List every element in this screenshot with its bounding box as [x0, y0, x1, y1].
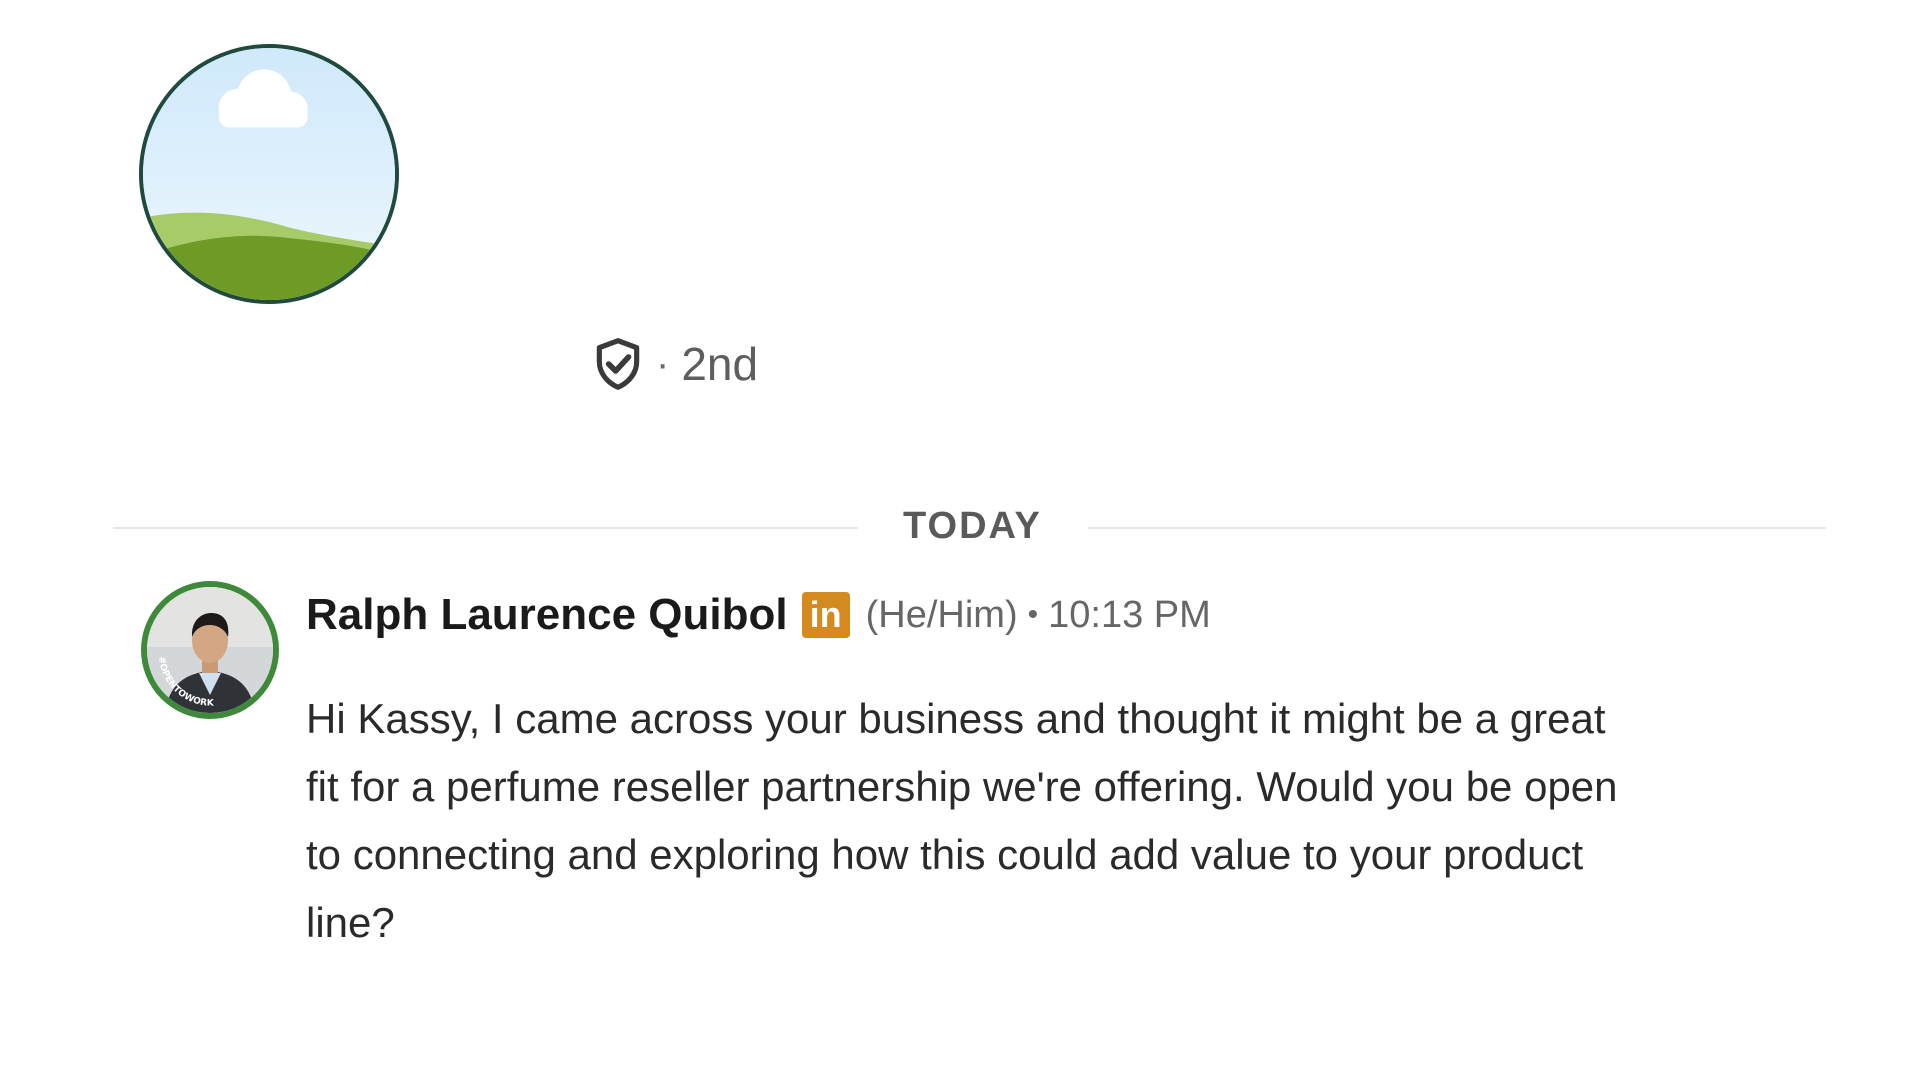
- linkedin-premium-badge-icon: in: [801, 592, 850, 638]
- sender-name[interactable]: Ralph Laurence Quibol: [306, 590, 788, 640]
- divider-line-right: [1088, 527, 1826, 529]
- date-divider-label: TODAY: [903, 505, 1042, 547]
- message-header: Ralph Laurence Quibol in (He/Him) • 10:1…: [306, 590, 1211, 640]
- message-body: Hi Kassy, I came across your business an…: [306, 695, 1618, 946]
- landscape-avatar-icon: [143, 48, 395, 300]
- profile-avatar[interactable]: [139, 44, 399, 304]
- sender-pronouns: (He/Him): [865, 593, 1018, 636]
- connection-degree: 2nd: [681, 338, 759, 390]
- profile-meta-row: · 2nd: [590, 336, 758, 392]
- shield-check-icon[interactable]: [590, 336, 646, 392]
- sender-avatar[interactable]: #OPENTOWORK: [141, 581, 279, 719]
- header-separator: •: [1027, 598, 1039, 631]
- divider-line-left: [113, 527, 858, 529]
- sender-photo: #OPENTOWORK: [147, 587, 273, 713]
- message-timestamp: 10:13 PM: [1048, 593, 1211, 636]
- degree-separator: ·: [656, 341, 670, 386]
- date-divider: TODAY: [113, 503, 1826, 553]
- messaging-thread: · 2nd TODAY #OPENTOWORK Ralph Laurence Q…: [0, 0, 1920, 1080]
